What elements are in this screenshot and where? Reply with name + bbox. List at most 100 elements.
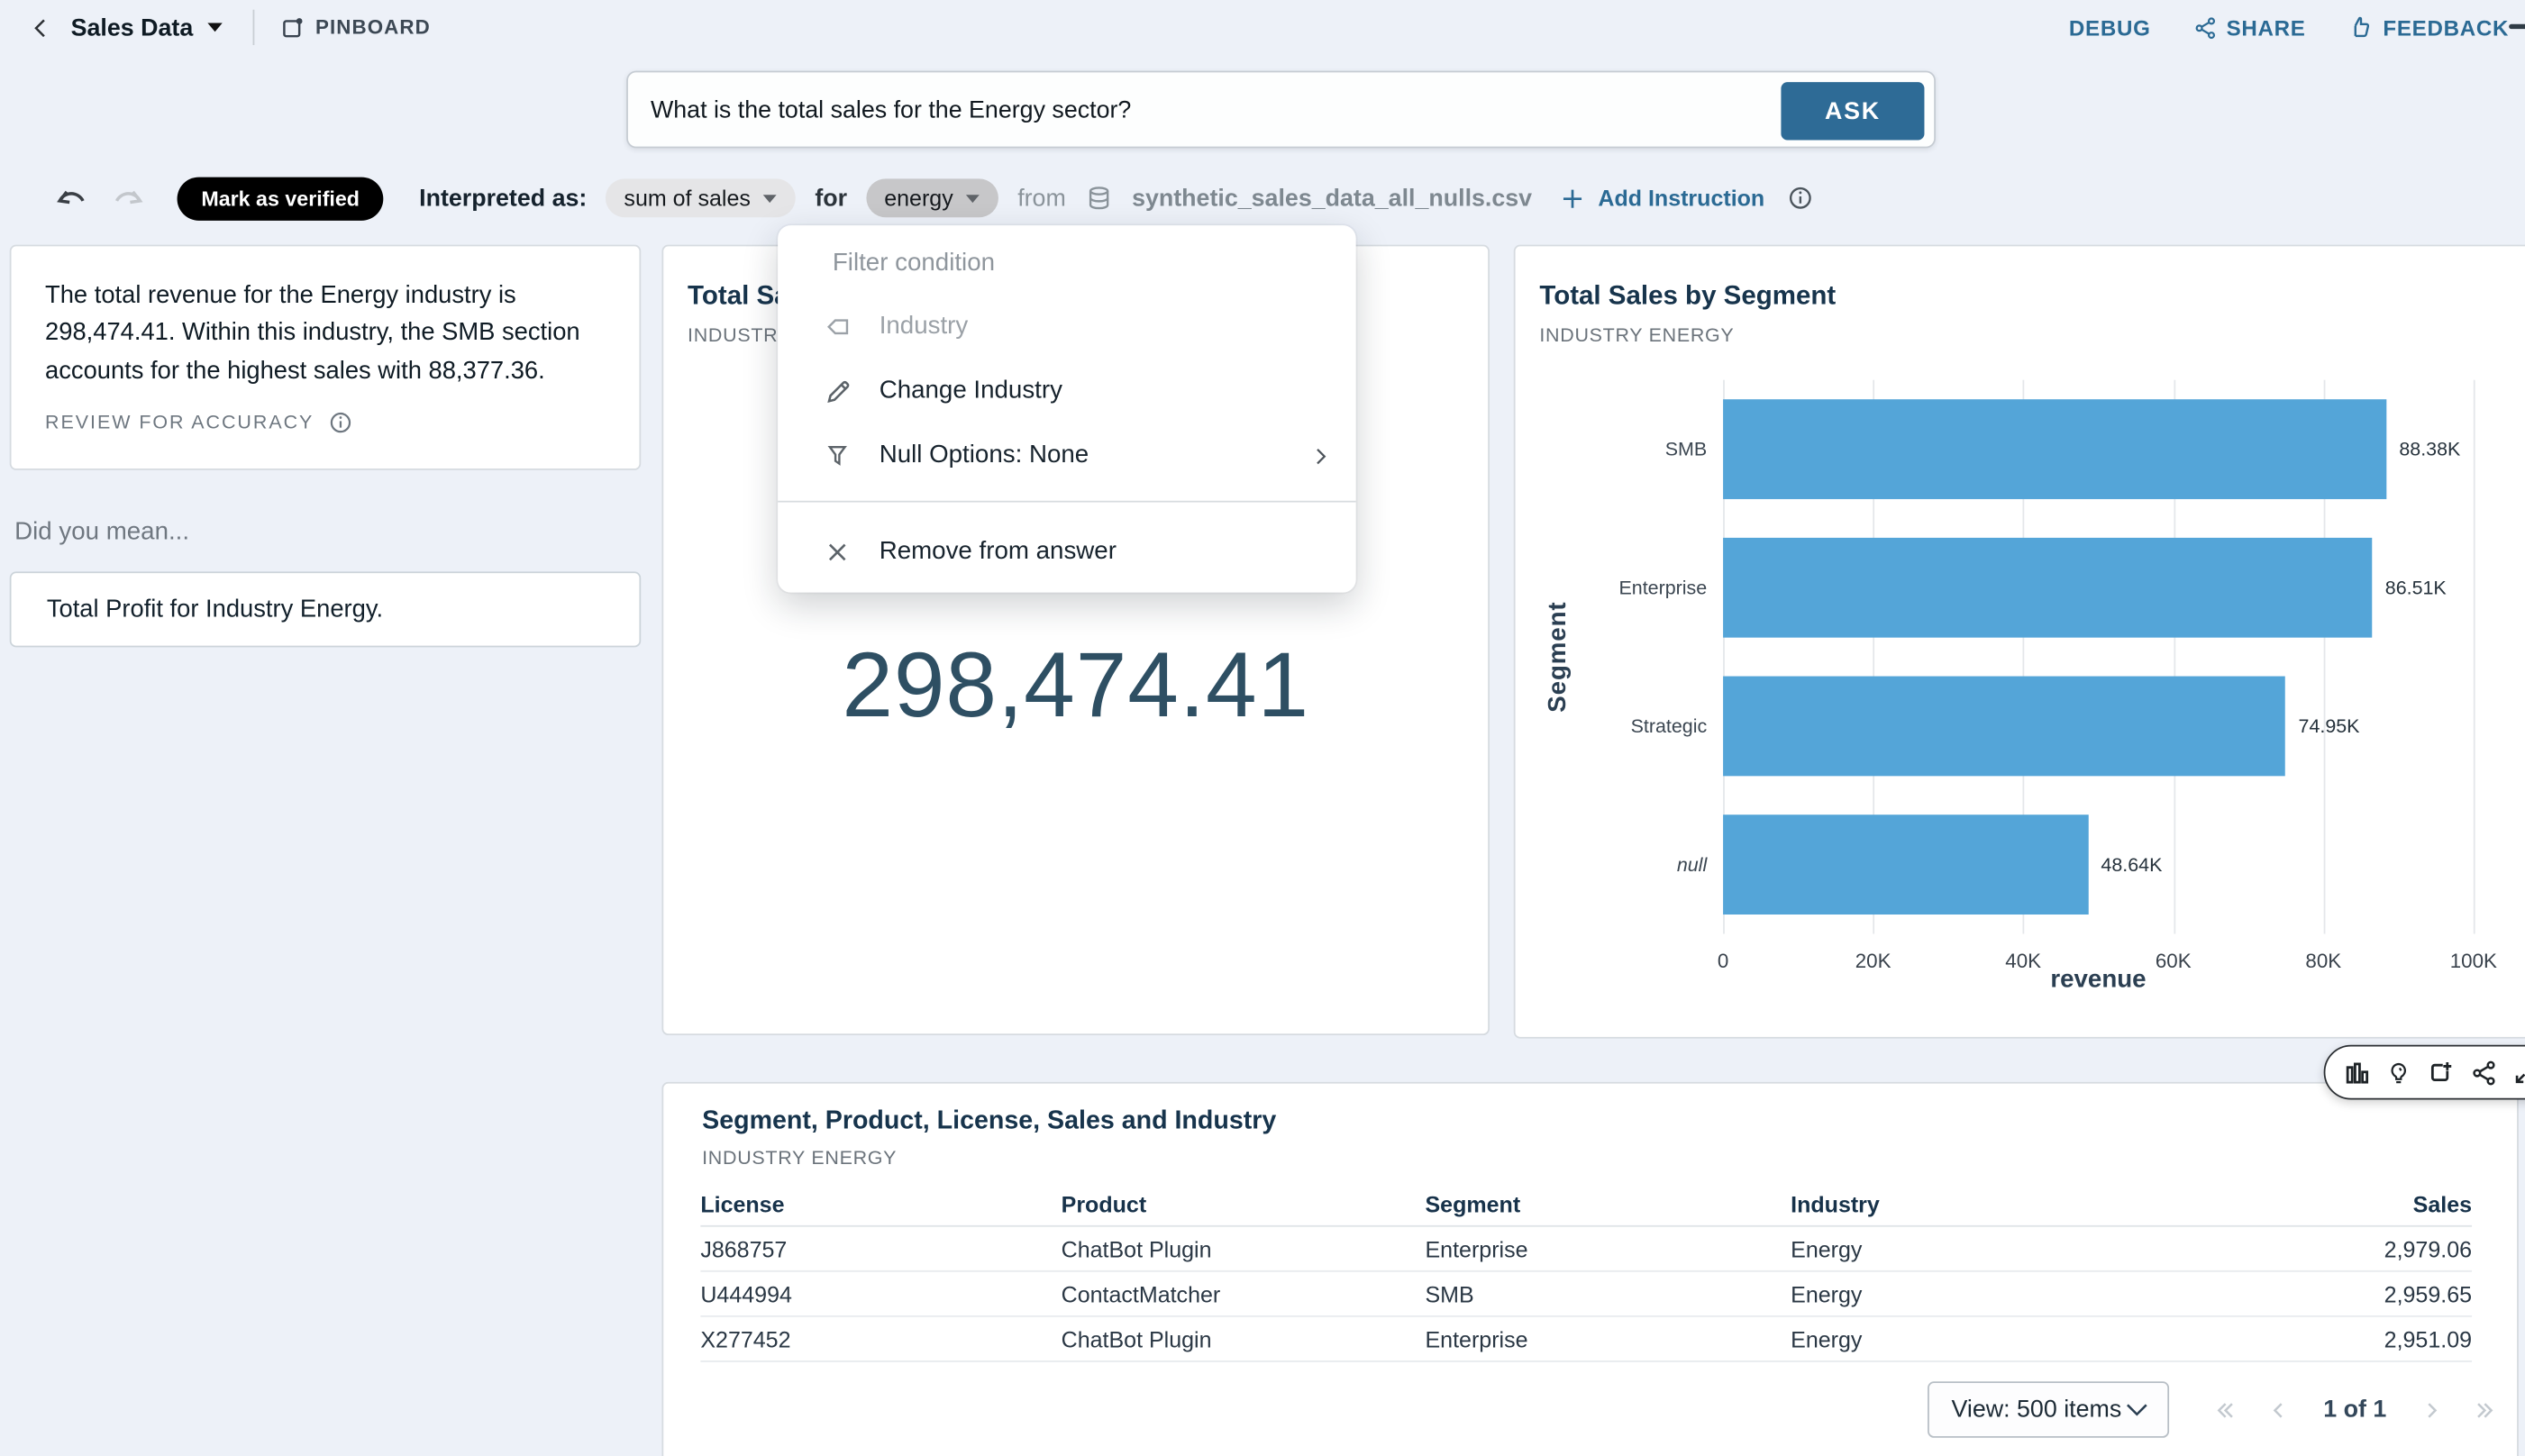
menu-item-label: Industry: [880, 313, 1330, 341]
share-button[interactable]: SHARE: [2192, 15, 2306, 40]
pencil-icon: [820, 378, 855, 405]
debug-button[interactable]: DEBUG: [2069, 15, 2151, 40]
menu-item-label: Change Industry: [880, 377, 1330, 405]
table-cell: SMB: [1425, 1281, 1791, 1307]
filter-context-menu: Filter condition Industry Change Industry…: [778, 225, 1356, 592]
table-cell: J868757: [700, 1236, 1061, 1262]
thumbs-up-icon: [2347, 14, 2374, 41]
metric-chip[interactable]: sum of sales: [606, 178, 796, 217]
redo-icon[interactable]: [111, 186, 145, 212]
chart-subtitle: INDUSTRY ENERGY: [1539, 323, 1836, 346]
table-header-row: LicenseProductSegmentIndustrySales: [700, 1182, 2472, 1227]
first-page-icon[interactable]: [2214, 1398, 2237, 1421]
mark-as-verified-button[interactable]: Mark as verified: [178, 177, 384, 220]
bar-smb[interactable]: [1723, 399, 2386, 499]
bar-chart-plot: 020K40K60K80K100KSMB88.38KEnterprise86.5…: [1723, 380, 2474, 934]
did-you-mean-heading: Did you mean...: [14, 518, 189, 547]
filter-chip[interactable]: energy: [867, 178, 998, 217]
top-bar: Sales Data PINBOARD DEBUG SHARE FEEDBACK: [0, 0, 2525, 55]
table-cell: ContactMatcher: [1062, 1281, 1426, 1307]
menu-item-label: Remove from answer: [880, 538, 1330, 567]
value-label: 88.38K: [2399, 438, 2460, 460]
back-icon[interactable]: [23, 10, 58, 45]
bar-null[interactable]: [1723, 814, 2088, 915]
x-icon: [820, 540, 855, 566]
menu-item-null-options-none[interactable]: Null Options: None: [778, 423, 1356, 487]
bar-strategic[interactable]: [1723, 677, 2285, 777]
table-cell: Energy: [1791, 1281, 2156, 1307]
table-row[interactable]: X277452ChatBot PluginEnterpriseEnergy2,9…: [700, 1317, 2472, 1362]
category-label: null: [1677, 853, 1707, 876]
table-title: Segment, Product, License, Sales and Ind…: [702, 1107, 1276, 1136]
last-page-icon[interactable]: [2474, 1398, 2496, 1421]
ask-bar[interactable]: What is the total sales for the Energy s…: [626, 71, 1936, 149]
value-label: 48.64K: [2101, 853, 2162, 876]
category-label: Enterprise: [1618, 577, 1707, 599]
info-icon[interactable]: [1787, 186, 1813, 212]
column-header-segment[interactable]: Segment: [1425, 1190, 1791, 1216]
chevron-down-icon: [2126, 1402, 2148, 1416]
view-items-select[interactable]: View: 500 items: [1928, 1381, 2169, 1438]
menu-item-remove-from-answer[interactable]: Remove from answer: [778, 515, 1356, 589]
prev-page-icon[interactable]: [2269, 1398, 2288, 1421]
x-axis-label: revenue: [1723, 966, 2474, 995]
question-input[interactable]: What is the total sales for the Energy s…: [651, 96, 1934, 123]
next-page-icon[interactable]: [2422, 1398, 2441, 1421]
table-row[interactable]: U444994ContactMatcherSMBEnergy2,959.65: [700, 1272, 2472, 1317]
database-icon: [1085, 186, 1112, 212]
plus-icon: [1561, 186, 1585, 210]
gridline: [2474, 380, 2475, 934]
bar-row-strategic: Strategic74.95K: [1723, 657, 2474, 796]
chevron-down-icon[interactable]: [206, 21, 224, 33]
from-label: from: [1017, 185, 1066, 212]
dataset-name[interactable]: synthetic_sales_data_all_nulls.csv: [1132, 185, 1532, 212]
bar-chart-icon[interactable]: [2343, 1059, 2370, 1086]
table-cell: U444994: [700, 1281, 1061, 1307]
funnel-icon: [820, 441, 855, 470]
column-header-industry[interactable]: Industry: [1791, 1190, 2156, 1216]
table-cell: ChatBot Plugin: [1062, 1326, 1426, 1352]
column-header-product[interactable]: Product: [1062, 1190, 1426, 1216]
table-subtitle: INDUSTRY ENERGY: [702, 1146, 1276, 1169]
category-label: Strategic: [1631, 714, 1708, 737]
pin-to-board-icon[interactable]: [2427, 1059, 2454, 1086]
table-row[interactable]: J868757ChatBot PluginEnterpriseEnergy2,9…: [700, 1227, 2472, 1272]
tag-icon: [820, 314, 855, 340]
menu-item-change-industry[interactable]: Change Industry: [778, 359, 1356, 423]
suggestion-card[interactable]: Total Profit for Industry Energy.: [10, 571, 642, 647]
visual-toolbar: [2324, 1045, 2525, 1100]
answer-text: The total revenue for the Energy industr…: [45, 277, 606, 389]
workspace-title[interactable]: Sales Data: [71, 14, 194, 41]
y-axis-label: Segment: [1545, 601, 1573, 712]
column-header-sales[interactable]: Sales: [2156, 1190, 2472, 1216]
bar-row-null: null48.64K: [1723, 796, 2474, 934]
menu-item-label: Null Options: None: [880, 441, 1311, 470]
lightbulb-icon[interactable]: [2386, 1059, 2411, 1086]
cut-off-icon: [2509, 24, 2525, 29]
column-header-license[interactable]: License: [700, 1190, 1061, 1216]
bar-enterprise[interactable]: [1723, 538, 2372, 638]
expand-icon[interactable]: [2514, 1060, 2525, 1086]
review-for-accuracy: REVIEW FOR ACCURACY: [45, 410, 606, 434]
value-label: 74.95K: [2299, 714, 2360, 737]
page-status: 1 of 1: [2323, 1396, 2386, 1423]
share-icon: [2192, 15, 2217, 40]
add-instruction-button[interactable]: Add Instruction: [1561, 186, 1764, 212]
feedback-button[interactable]: FEEDBACK: [2347, 14, 2509, 41]
ask-button[interactable]: ASK: [1781, 82, 1924, 140]
bar-row-smb: SMB88.38K: [1723, 380, 2474, 519]
menu-divider: [778, 501, 1356, 503]
for-label: for: [815, 185, 847, 212]
info-icon[interactable]: [328, 410, 352, 434]
table-cell: 2,951.09: [2156, 1326, 2472, 1352]
table-cell: 2,979.06: [2156, 1236, 2472, 1262]
chart-title: Total Sales by Segment: [1539, 282, 1836, 313]
undo-icon[interactable]: [55, 186, 89, 212]
pinboard-icon: [280, 15, 305, 40]
chevron-down-icon: [964, 193, 980, 205]
topbar-actions: DEBUG SHARE FEEDBACK: [2069, 0, 2509, 55]
value-label: 86.51K: [2385, 577, 2447, 599]
share-nodes-icon[interactable]: [2470, 1059, 2497, 1086]
pinboard-button[interactable]: PINBOARD: [280, 15, 431, 40]
context-menu-header: Filter condition: [778, 240, 1356, 295]
